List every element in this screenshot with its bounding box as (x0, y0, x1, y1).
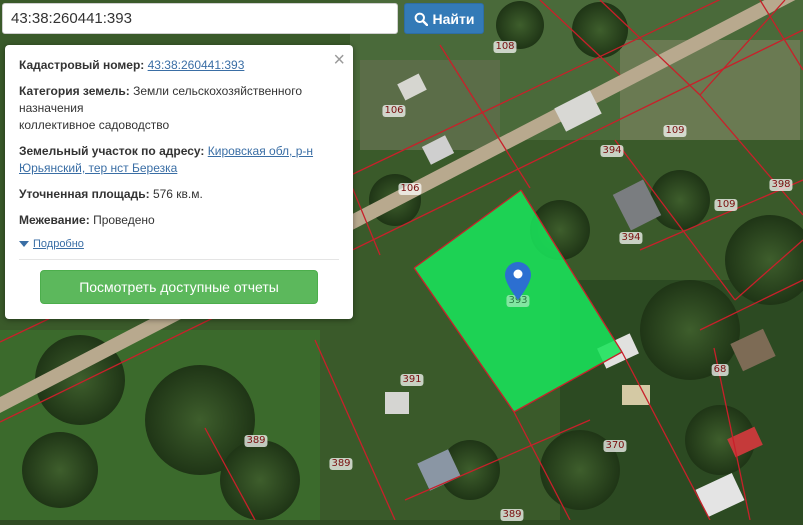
parcel-label: 108 (493, 41, 517, 53)
parcel-label: 106 (382, 105, 406, 117)
address-row: Земельный участок по адресу: Кировская о… (19, 143, 339, 177)
survey-label: Межевание: (19, 213, 90, 227)
address-label: Земельный участок по адресу: (19, 144, 205, 158)
survey-row: Межевание: Проведено (19, 212, 339, 229)
parcel-label: 389 (244, 435, 268, 447)
parcel-label: 389 (329, 458, 353, 470)
land-usage-value: коллективное садоводство (19, 118, 170, 132)
parcel-label: 394 (600, 145, 624, 157)
more-details-toggle[interactable]: Подробно (19, 238, 339, 250)
parcel-label: 370 (603, 440, 627, 452)
find-button-label: Найти (432, 10, 475, 27)
parcel-label: 391 (400, 374, 424, 386)
cadastral-number-row: Кадастровый номер: 43:38:260441:393 (19, 57, 339, 74)
land-category-row: Категория земель: Земли сельскохозяйстве… (19, 83, 339, 134)
caret-down-icon (19, 240, 29, 247)
parcel-label: 109 (714, 199, 738, 211)
parcel-label: 68 (711, 364, 729, 376)
parcel-label: 398 (769, 179, 793, 191)
parcel-label: 109 (663, 125, 687, 137)
search-input[interactable] (2, 3, 398, 34)
map-marker-icon[interactable] (505, 262, 531, 300)
cadastral-number-label: Кадастровый номер: (19, 58, 145, 72)
search-icon (414, 12, 428, 26)
more-details-link[interactable]: Подробно (33, 238, 84, 250)
cadastral-number-link[interactable]: 43:38:260441:393 (148, 58, 245, 72)
survey-value: Проведено (93, 213, 155, 227)
land-category-label: Категория земель: (19, 84, 130, 98)
area-row: Уточненная площадь: 576 кв.м. (19, 186, 339, 203)
find-button[interactable]: Найти (404, 3, 484, 34)
area-value: 576 кв.м. (152, 187, 203, 201)
popup-divider (19, 259, 339, 260)
parcel-info-popup: × Кадастровый номер: 43:38:260441:393 Ка… (5, 45, 353, 319)
view-reports-button[interactable]: Посмотреть доступные отчеты (40, 270, 318, 304)
close-icon[interactable]: × (333, 50, 345, 70)
area-label: Уточненная площадь: (19, 187, 150, 201)
parcel-label: 394 (619, 232, 643, 244)
parcel-label: 106 (398, 183, 422, 195)
parcel-label: 389 (500, 509, 524, 521)
